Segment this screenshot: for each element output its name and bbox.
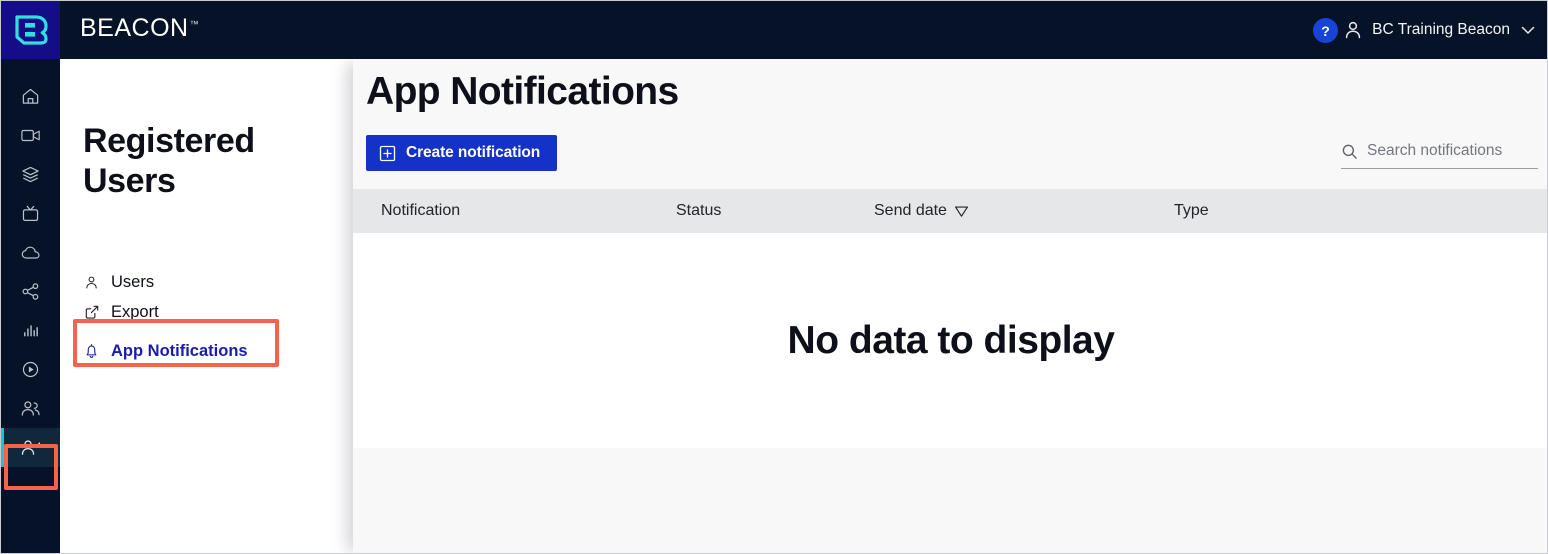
create-notification-button[interactable]: Create notification — [366, 135, 558, 171]
brand-name: BEACON™ — [80, 14, 199, 43]
sidebar-item-video[interactable] — [1, 116, 60, 155]
column-header-notification[interactable]: Notification — [381, 202, 460, 220]
sidebar-item-analytics[interactable] — [1, 311, 60, 350]
person-icon — [83, 274, 100, 291]
table-footer-area — [353, 448, 1547, 553]
brand-trademark: ™ — [189, 18, 200, 29]
column-header-send-date[interactable]: Send date — [874, 202, 969, 220]
help-button[interactable]: ? — [1313, 18, 1338, 43]
sidebar-item-label: Export — [111, 302, 159, 321]
help-button-label: ? — [1321, 22, 1330, 39]
table-body: No data to display — [353, 233, 1547, 449]
sidebar-item-cloud[interactable] — [1, 233, 60, 272]
top-header-bar: BEACON™ ? BC Training Beacon — [1, 1, 1547, 59]
share-icon — [22, 283, 39, 300]
column-header-label: Status — [676, 202, 722, 219]
main-content-panel: App Notifications Create notification No… — [353, 59, 1547, 553]
sidebar-item-home[interactable] — [1, 77, 60, 116]
person-check-icon — [21, 440, 41, 455]
external-link-icon — [83, 304, 100, 321]
sidebar-item-label: App Notifications — [111, 341, 248, 360]
beacon-b-logo-icon — [14, 15, 48, 45]
search-field[interactable] — [1341, 134, 1538, 169]
sidebar-item-share[interactable] — [1, 272, 60, 311]
sidebar-item-label: Users — [111, 272, 155, 291]
column-header-type[interactable]: Type — [1174, 202, 1209, 220]
person-icon — [1345, 21, 1361, 39]
sidebar-item-app-notifications[interactable]: App Notifications — [83, 336, 333, 366]
secondary-nav-panel: Registered Users Users Export App Notifi… — [60, 59, 353, 553]
column-header-label: Notification — [381, 202, 461, 219]
sidebar-item-registered-users[interactable] — [1, 428, 60, 467]
tv-icon — [22, 205, 39, 221]
app-window: BEACON™ ? BC Training Beacon Registered … — [0, 0, 1548, 554]
brand-logo-tile[interactable] — [1, 1, 60, 59]
sidebar-item-layers[interactable] — [1, 155, 60, 194]
layers-icon — [22, 166, 39, 183]
plus-square-icon — [379, 145, 396, 161]
column-header-status[interactable]: Status — [676, 202, 721, 220]
cloud-icon — [21, 246, 40, 259]
main-heading: App Notifications — [366, 70, 679, 113]
bell-icon — [83, 343, 100, 360]
column-header-label: Send date — [874, 202, 947, 219]
column-header-label: Type — [1174, 202, 1209, 219]
app-notifications-row: App Notifications — [83, 336, 333, 366]
play-circle-icon — [22, 361, 39, 378]
chevron-down-icon — [1521, 26, 1535, 34]
sidebar-item-export[interactable]: Export — [83, 297, 333, 327]
brand-name-text: BEACON — [80, 14, 189, 42]
primary-icon-rail — [1, 59, 60, 553]
account-menu[interactable]: BC Training Beacon — [1343, 15, 1535, 45]
search-icon — [1342, 144, 1357, 159]
create-notification-label: Create notification — [406, 144, 541, 161]
bar-chart-icon — [24, 325, 38, 337]
rail-top-spacer — [1, 59, 60, 77]
table-header-row: Notification Status Send date Type — [353, 189, 1547, 233]
empty-state-message: No data to display — [787, 318, 1115, 362]
sidebar-item-tv[interactable] — [1, 194, 60, 233]
sidebar-item-people[interactable] — [1, 389, 60, 428]
people-icon — [21, 401, 40, 416]
page-title: Registered Users — [83, 122, 255, 200]
home-icon — [22, 88, 39, 104]
sort-descending-triangle-icon — [954, 205, 968, 217]
sidebar-item-users[interactable]: Users — [83, 267, 333, 297]
secondary-nav-list: Users Export App Notifications — [83, 267, 333, 366]
search-input[interactable] — [1367, 142, 1532, 160]
account-name: BC Training Beacon — [1372, 21, 1510, 38]
video-camera-icon — [20, 129, 40, 142]
sidebar-item-playback[interactable] — [1, 350, 60, 389]
